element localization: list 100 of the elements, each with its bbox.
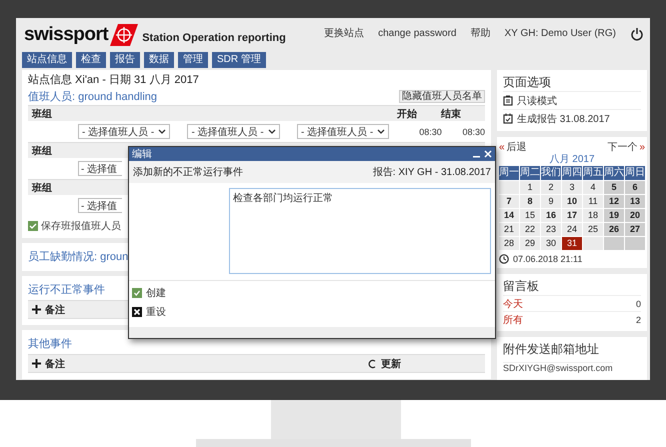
calendar-day[interactable]: 26 (604, 223, 624, 236)
refresh-link[interactable]: 更新 (381, 356, 401, 370)
timestamp: 07.06.2018 21:11 (513, 254, 582, 264)
calendar-day[interactable]: 2 (541, 181, 561, 194)
report-label: 报告: XIY GH - 31.08.2017 (372, 166, 491, 179)
check-icon (29, 222, 37, 230)
prev-link[interactable]: 后退 (506, 142, 527, 152)
checkbox-label: 保存班报值班人员 (41, 220, 121, 233)
calendar-day[interactable]: 8 (520, 195, 540, 208)
nav-button[interactable]: 报告 (110, 52, 140, 68)
group-label: 班组 (32, 144, 52, 158)
staff-select[interactable]: - 选择值班人员 - (187, 124, 280, 139)
hide-list-button[interactable]: 隐藏值班人员名单 (399, 90, 485, 103)
end-time: 08:30 (462, 126, 485, 136)
option-link[interactable]: 生成报告 31.08.2017 (517, 112, 610, 126)
nav-button[interactable]: 数据 (144, 52, 174, 68)
calendar-day[interactable]: 1 (520, 181, 540, 194)
message-filter-link[interactable]: 所有 (503, 312, 523, 326)
staff-select[interactable]: - 选择值班人员 - (78, 124, 170, 139)
calendar-day[interactable]: 20 (625, 209, 645, 222)
calendar-day[interactable]: 30 (541, 237, 561, 250)
calendar-day[interactable]: 9 (541, 195, 561, 208)
group-label: 班组 (32, 108, 52, 120)
add-note-link[interactable]: 备注 (45, 302, 65, 316)
dialog-title: 编辑 (132, 148, 152, 161)
calendar-day[interactable]: 10 (562, 195, 582, 208)
calendar-day[interactable]: 29 (520, 237, 540, 250)
start-time: 08:30 (419, 126, 443, 136)
calendar-check-icon (503, 113, 513, 124)
calendar-day[interactable]: 17 (562, 209, 582, 222)
calendar-day[interactable]: 27 (625, 223, 645, 236)
calendar-day[interactable]: 16 (541, 209, 561, 222)
logo-text: swissport (24, 24, 108, 46)
power-icon[interactable] (630, 27, 644, 41)
calendar-day[interactable]: 22 (520, 223, 540, 236)
message-count: 0 (636, 298, 641, 308)
header-link[interactable]: change password (378, 28, 456, 40)
dialog-subtitle: 添加新的不正常运行事件 (133, 166, 243, 179)
weekday-header: 周二 (520, 166, 540, 180)
refresh-icon (368, 358, 377, 368)
calendar-day[interactable]: 21 (499, 223, 519, 236)
staff-select[interactable]: - 选择值 (78, 198, 122, 213)
calendar-day[interactable]: 23 (541, 223, 561, 236)
section-heading: 运行不正常事件 (28, 283, 105, 298)
calendar-day[interactable]: 7 (499, 195, 519, 208)
calendar-day[interactable]: 13 (625, 195, 645, 208)
plus-icon (32, 359, 41, 368)
create-button[interactable]: 创建 (132, 286, 492, 300)
nav-button[interactable]: 站点信息 (22, 52, 72, 68)
staff-select[interactable]: - 选择值 (78, 161, 122, 176)
nav-button[interactable]: 管理 (178, 52, 208, 68)
reset-button[interactable]: 重设 (132, 305, 492, 319)
close-icon[interactable] (484, 150, 492, 158)
next-arrow[interactable]: » (639, 142, 645, 152)
calendar-day[interactable]: 18 (583, 209, 603, 222)
column-header: 开始 (397, 108, 417, 120)
header-link[interactable]: 帮助 (470, 28, 490, 40)
cross-icon (132, 307, 142, 317)
weekday-header: 周四 (562, 166, 582, 180)
weekday-header: 周五 (583, 166, 603, 180)
calendar-day[interactable]: 6 (625, 181, 645, 194)
calendar-day[interactable]: 3 (562, 181, 582, 194)
nav-button[interactable]: 检查 (76, 52, 106, 68)
calendar-day[interactable]: 28 (499, 237, 519, 250)
option-link[interactable]: 只读模式 (517, 94, 557, 108)
message-count: 2 (636, 314, 641, 324)
calendar-day[interactable]: 25 (583, 223, 603, 236)
calendar-day[interactable]: 4 (583, 181, 603, 194)
calendar-day[interactable]: 12 (604, 195, 624, 208)
checkbox[interactable] (28, 221, 38, 231)
description-field[interactable]: 检查各部门均运行正常 (229, 188, 491, 274)
next-link[interactable]: 下一个 (607, 142, 638, 152)
calendar-day[interactable]: 14 (499, 209, 519, 222)
chevron-down-icon (268, 128, 276, 135)
calendar-day[interactable]: 5 (604, 181, 624, 194)
weekday-header: 周一 (499, 166, 519, 180)
clipboard-icon (503, 95, 513, 106)
panel-title: 页面选项 (503, 74, 552, 91)
calendar-day[interactable]: 11 (583, 195, 603, 208)
calendar-day[interactable]: 24 (562, 223, 582, 236)
message-filter-link[interactable]: 今天 (503, 296, 523, 310)
logo-icon (110, 24, 138, 46)
staff-select[interactable]: - 选择值班人员 - (296, 124, 390, 139)
prev-arrow[interactable]: « (499, 142, 505, 152)
clock-icon (499, 254, 509, 264)
nav-button[interactable]: SDR 管理 (212, 52, 266, 68)
section-heading: 值班人员: ground handling (28, 90, 158, 104)
header-link[interactable]: 更换站点 (324, 28, 364, 40)
month-title: 八月 2017 (548, 153, 596, 166)
check-icon (132, 288, 142, 298)
calendar-day[interactable]: 19 (604, 209, 624, 222)
calendar-day[interactable]: 31 (562, 237, 582, 250)
calendar-day[interactable]: 15 (520, 209, 540, 222)
header-link[interactable]: XY GH: Demo User (RG) (504, 28, 616, 40)
plus-icon (32, 305, 41, 314)
weekday-header: 周日 (625, 166, 645, 180)
chevron-down-icon (158, 128, 166, 135)
section-heading: 其他事件 (28, 337, 72, 352)
add-note-link[interactable]: 备注 (45, 356, 65, 370)
app-title: Station Operation reporting (142, 31, 286, 45)
